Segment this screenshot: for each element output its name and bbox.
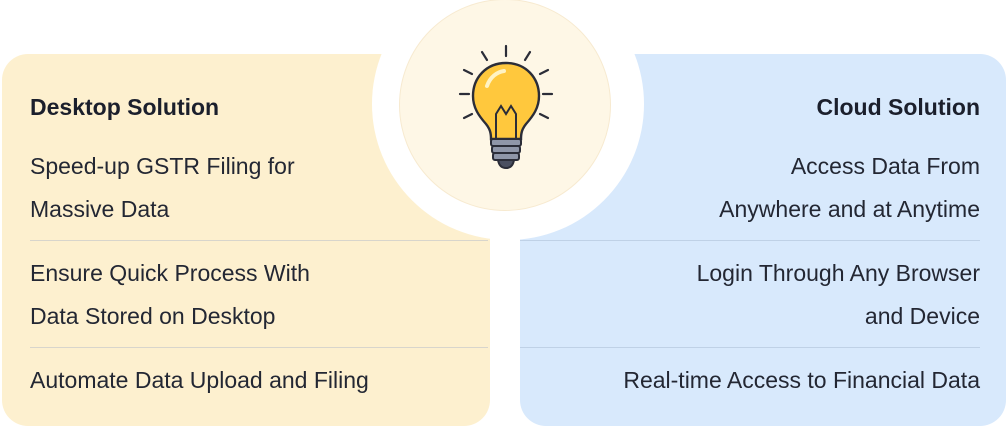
desktop-feature-2: Ensure Quick Process With Data Stored on… <box>30 252 470 338</box>
feature-line: Real-time Access to Financial Data <box>623 367 980 393</box>
feature-line: Speed-up GSTR Filing for <box>30 153 295 179</box>
cloud-solution-title: Cloud Solution <box>816 94 980 120</box>
cloud-feature-1: Access Data From Anywhere and at Anytime <box>540 145 980 231</box>
desktop-feature-1: Speed-up GSTR Filing for Massive Data <box>30 145 470 231</box>
feature-line: Automate Data Upload and Filing <box>30 367 369 393</box>
desktop-divider-2 <box>30 347 488 348</box>
feature-line: Anywhere and at Anytime <box>719 196 980 222</box>
feature-line: Ensure Quick Process With <box>30 260 310 286</box>
feature-line: Data Stored on Desktop <box>30 303 276 329</box>
desktop-feature-3: Automate Data Upload and Filing <box>30 359 470 402</box>
cloud-feature-3: Real-time Access to Financial Data <box>540 359 980 402</box>
desktop-solution-title: Desktop Solution <box>30 94 220 120</box>
feature-line: Login Through Any Browser <box>696 260 980 286</box>
cloud-divider-1 <box>520 240 980 241</box>
cloud-divider-2 <box>520 347 980 348</box>
feature-line: Massive Data <box>30 196 170 222</box>
feature-line: and Device <box>864 303 980 329</box>
comparison-section: Desktop Solution Speed-up GSTR Filing fo… <box>0 0 1008 428</box>
feature-line: Access Data From <box>790 153 980 179</box>
desktop-divider-1 <box>30 240 488 241</box>
cloud-feature-2: Login Through Any Browser and Device <box>540 252 980 338</box>
